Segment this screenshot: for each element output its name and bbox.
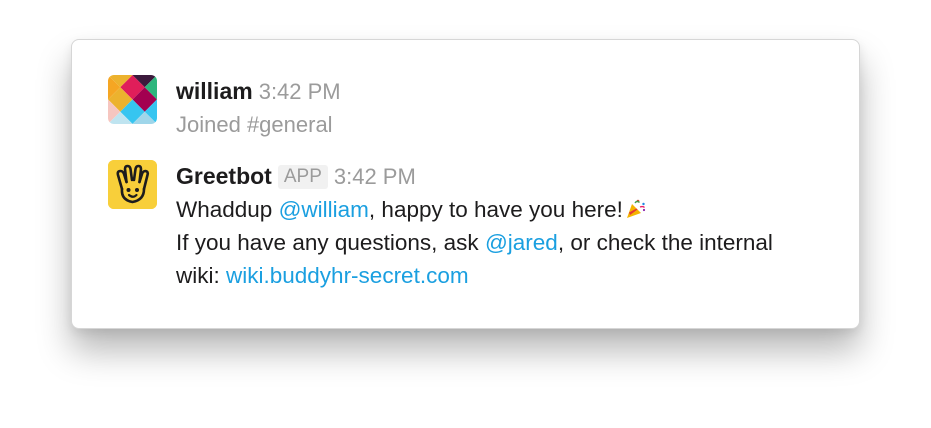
text-span: , or check the internal xyxy=(557,230,773,255)
mention-william[interactable]: @william xyxy=(279,197,369,222)
message-greetbot: Greetbot APP 3:42 PM Whaddup @william, hap… xyxy=(108,160,829,292)
text-span: wiki: xyxy=(176,263,226,288)
mention-jared[interactable]: @jared xyxy=(485,230,558,255)
avatar[interactable] xyxy=(108,75,157,124)
message-body: Greetbot APP 3:42 PM Whaddup @william, hap… xyxy=(176,160,829,292)
username[interactable]: william xyxy=(176,78,253,104)
message-card: william 3:42 PM Joined #general Greetbot… xyxy=(71,39,860,329)
wiki-link[interactable]: wiki.buddyhr-secret.com xyxy=(226,263,469,288)
username[interactable]: Greetbot xyxy=(176,163,272,189)
message-line-2: If you have any questions, ask @jared, o… xyxy=(176,226,829,259)
message-line-1: Whaddup @william, happy to have you here… xyxy=(176,193,829,226)
text-span: , happy to have you here! xyxy=(368,197,623,222)
message-header: Greetbot APP 3:42 PM xyxy=(176,160,829,193)
system-message: Joined #general xyxy=(176,112,333,137)
timestamp[interactable]: 3:42 PM xyxy=(259,79,341,104)
message-line-3: wiki: wiki.buddyhr-secret.com xyxy=(176,259,829,292)
app-badge: APP xyxy=(277,165,328,189)
avatar[interactable] xyxy=(108,160,157,209)
text-span: If you have any questions, ask xyxy=(176,230,485,255)
message-william: william 3:42 PM Joined #general xyxy=(108,75,829,141)
message-header: william 3:42 PM xyxy=(176,75,829,108)
text-span: Whaddup xyxy=(176,197,279,222)
slack-logo-avatar-icon xyxy=(108,75,157,124)
message-body: william 3:42 PM Joined #general xyxy=(176,75,829,141)
party-popper-icon xyxy=(626,199,645,218)
timestamp[interactable]: 3:42 PM xyxy=(334,164,416,189)
vulcan-salute-hand-icon xyxy=(108,160,157,209)
